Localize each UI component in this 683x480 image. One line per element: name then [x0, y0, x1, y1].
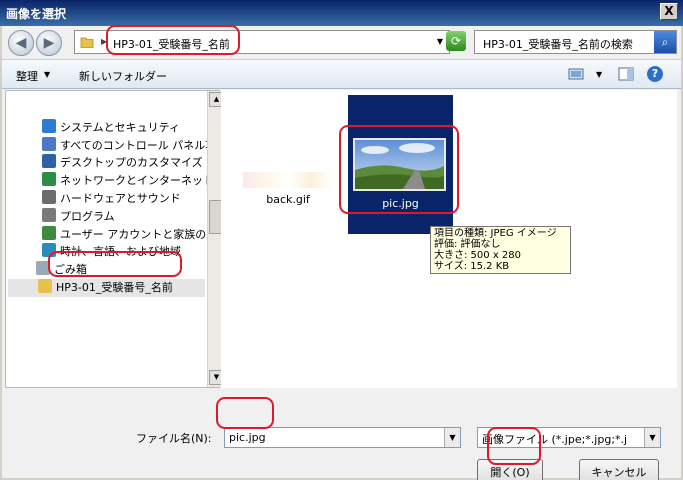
search-icon[interactable]: ⌕: [654, 31, 676, 53]
tooltip-dimensions: 大きさ: 500 x 280: [434, 250, 521, 261]
address-dropdown-icon[interactable]: ▼: [437, 37, 443, 46]
sidebar-item-label: ユーザー アカウントと家族のた: [60, 228, 210, 241]
sidebar-item[interactable]: デスクトップのカスタマイズ: [42, 154, 210, 172]
sidebar-item[interactable]: ハードウェアとサウンド: [42, 190, 210, 208]
cancel-button[interactable]: キャンセル: [579, 459, 659, 480]
folder-icon: [38, 279, 52, 293]
sidebar-item[interactable]: すべてのコントロール パネル項: [42, 137, 210, 155]
navigation-pane: システムとセキュリティすべてのコントロール パネル項 デスクトップのカスタマイズネ…: [5, 90, 224, 388]
close-button[interactable]: X: [660, 3, 678, 20]
title-bar: 画像を選択 X: [0, 0, 683, 26]
filetype-dropdown-icon[interactable]: ▼: [644, 428, 660, 447]
filename-value: pic.jpg: [229, 431, 266, 444]
sidebar-item[interactable]: HP3-01_受験番号_名前: [8, 279, 205, 297]
highlight-nav-folder: [48, 251, 182, 277]
file-item-back-gif[interactable]: back.gif: [243, 172, 333, 206]
sidebar-item-label: HP3-01_受験番号_名前: [56, 281, 173, 294]
help-icon[interactable]: ?: [647, 66, 663, 82]
network-icon: [42, 172, 56, 186]
sidebar-item[interactable]: ユーザー アカウントと家族のた: [42, 226, 210, 244]
toolbar: 整理 ▼ 新しいフォルダー ▼ ?: [2, 59, 681, 89]
sidebar-item-label: デスクトップのカスタマイズ: [60, 156, 203, 169]
shield-icon: [42, 119, 56, 133]
refresh-button[interactable]: ⟳: [446, 31, 466, 51]
program-icon: [42, 208, 56, 222]
back-button[interactable]: ◀: [8, 30, 34, 56]
filename-dropdown-icon[interactable]: ▼: [444, 428, 460, 447]
sidebar-item[interactable]: ネットワークとインターネット: [42, 172, 210, 190]
preview-pane-icon[interactable]: [618, 67, 634, 81]
new-folder-button[interactable]: 新しいフォルダー: [79, 68, 167, 84]
sidebar-item-label: すべてのコントロール パネル項: [60, 139, 210, 152]
control-panel-icon: [42, 137, 56, 151]
highlight-open-button: [487, 427, 541, 465]
filename-input[interactable]: pic.jpg ▼: [224, 427, 461, 448]
view-dropdown-icon[interactable]: ▼: [596, 70, 602, 79]
highlight-address: [106, 25, 240, 55]
file-info-tooltip: 項目の種類: JPEG イメージ 評価: 評価なし 大きさ: 500 x 280…: [430, 226, 571, 274]
search-placeholder: HP3-01_受験番号_名前の検索: [483, 38, 633, 51]
tooltip-type: 項目の種類: JPEG イメージ: [434, 228, 557, 239]
printer-icon: [42, 190, 56, 204]
tooltip-rating: 評価: 評価なし: [434, 239, 501, 250]
sidebar-item-label: プログラム: [60, 210, 115, 223]
desktop-icon: [42, 154, 56, 168]
folder-icon: [80, 37, 94, 48]
sidebar-item-label: システムとセキュリティ: [60, 121, 181, 134]
organize-menu[interactable]: 整理: [16, 68, 38, 84]
refresh-icon: ⟳: [450, 34, 462, 48]
organize-dropdown-icon[interactable]: ▼: [44, 70, 50, 79]
file-thumbnail: [243, 172, 333, 188]
users-icon: [42, 226, 56, 240]
filename-label: ファイル名(N):: [136, 432, 212, 445]
sidebar-item-label: ネットワークとインターネット: [60, 174, 210, 187]
search-input[interactable]: HP3-01_受験番号_名前の検索 ⌕: [474, 30, 677, 54]
highlight-filename: [216, 397, 274, 429]
back-arrow-icon: ◀: [15, 35, 27, 51]
sidebar-item[interactable]: プログラム: [42, 208, 210, 226]
sidebar-item[interactable]: システムとセキュリティ: [42, 119, 210, 137]
sidebar-item-label: ハードウェアとサウンド: [60, 192, 181, 205]
highlight-pic-file: [339, 125, 459, 214]
tooltip-size: サイズ: 15.2 KB: [434, 261, 510, 272]
view-icon[interactable]: [568, 67, 584, 81]
forward-arrow-icon: ▶: [43, 35, 55, 51]
file-name: back.gif: [266, 193, 310, 206]
forward-button[interactable]: ▶: [36, 30, 62, 56]
window-title: 画像を選択: [6, 7, 67, 21]
